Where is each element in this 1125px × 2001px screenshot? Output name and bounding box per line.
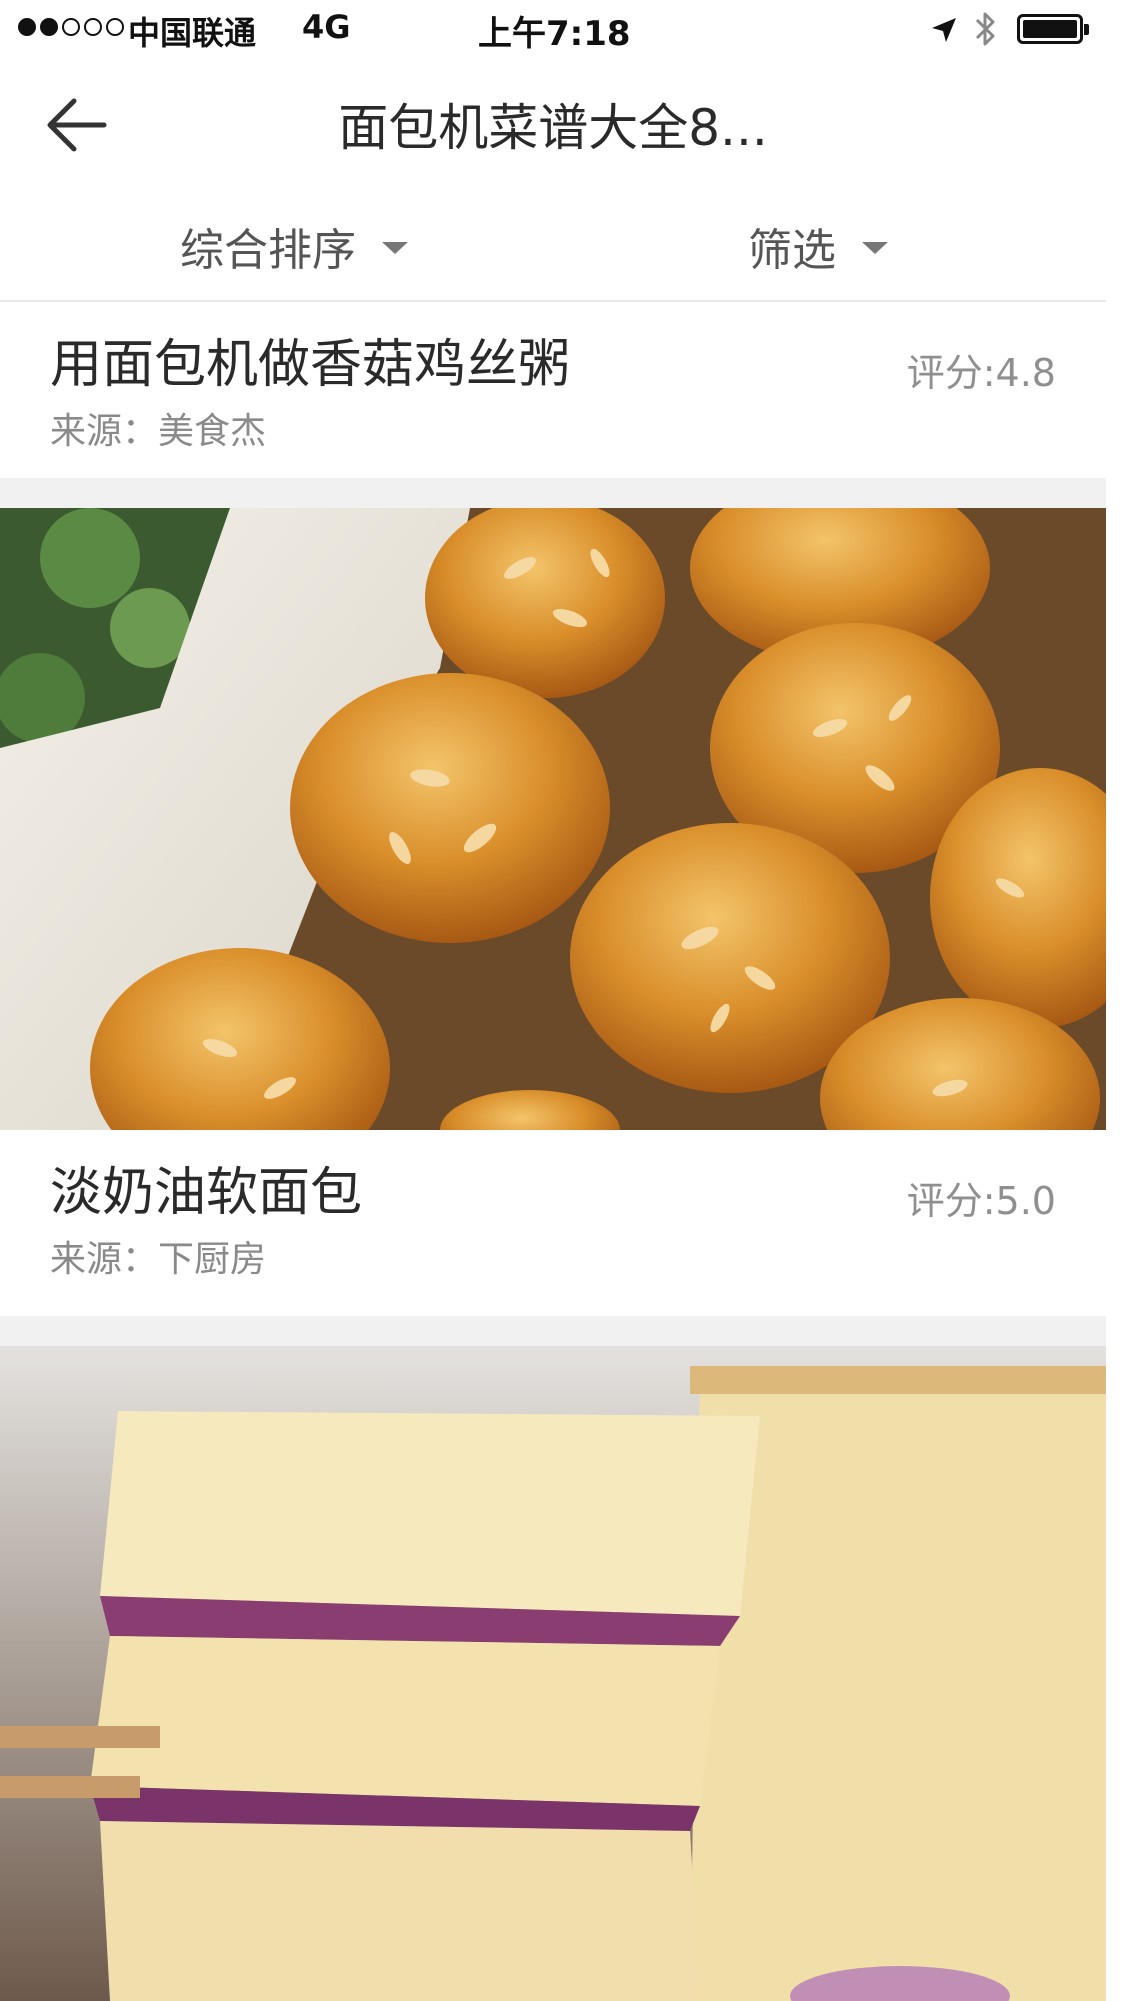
carrier-name: 中国联通 — [128, 14, 257, 52]
filter-label: 筛选 — [748, 225, 836, 276]
recipe-card-2[interactable]: 淡奶油软面包 来源：下厨房 评分:5.0 — [0, 1130, 1106, 1298]
recipe-source: 来源：下厨房 — [50, 1239, 267, 1280]
nav-bar: 面包机菜谱大全8... — [0, 60, 1106, 184]
recipe-image-bread-rolls[interactable] — [0, 508, 1106, 1130]
battery-icon — [1017, 14, 1089, 44]
card-divider — [0, 1316, 1106, 1346]
network-type: 4G — [302, 8, 351, 46]
recipe-image-purple-toast[interactable] — [0, 1346, 1106, 2001]
right-gutter — [1106, 0, 1125, 2001]
status-time: 上午7:18 — [478, 14, 631, 54]
page-title: 面包机菜谱大全8... — [338, 99, 768, 157]
filter-dropdown[interactable]: 筛选 — [748, 214, 888, 278]
app-content: 中国联通 4G 上午7:18 面包机菜谱大全8... 综合排序 筛选 用面包机做 — [0, 0, 1106, 2001]
bluetooth-icon — [973, 10, 997, 56]
recipe-title: 淡奶油软面包 — [50, 1163, 363, 1223]
card-divider — [0, 478, 1106, 508]
signal-strength-icon — [18, 18, 124, 36]
status-bar: 中国联通 4G 上午7:18 — [0, 0, 1106, 60]
filter-bar: 综合排序 筛选 — [0, 184, 1106, 302]
recipe-card-1[interactable]: 用面包机做香菇鸡丝粥 来源：美食杰 评分:4.8 — [0, 302, 1106, 470]
recipe-source: 来源：美食杰 — [50, 411, 267, 452]
chevron-down-icon — [382, 242, 408, 254]
recipe-rating: 评分:5.0 — [906, 1179, 1056, 1223]
recipe-title: 用面包机做香菇鸡丝粥 — [50, 335, 571, 395]
sort-dropdown[interactable]: 综合排序 — [180, 214, 408, 278]
sort-label: 综合排序 — [180, 225, 356, 276]
chevron-down-icon — [862, 242, 888, 254]
recipe-rating: 评分:4.8 — [906, 351, 1056, 395]
location-arrow-icon — [930, 14, 958, 52]
